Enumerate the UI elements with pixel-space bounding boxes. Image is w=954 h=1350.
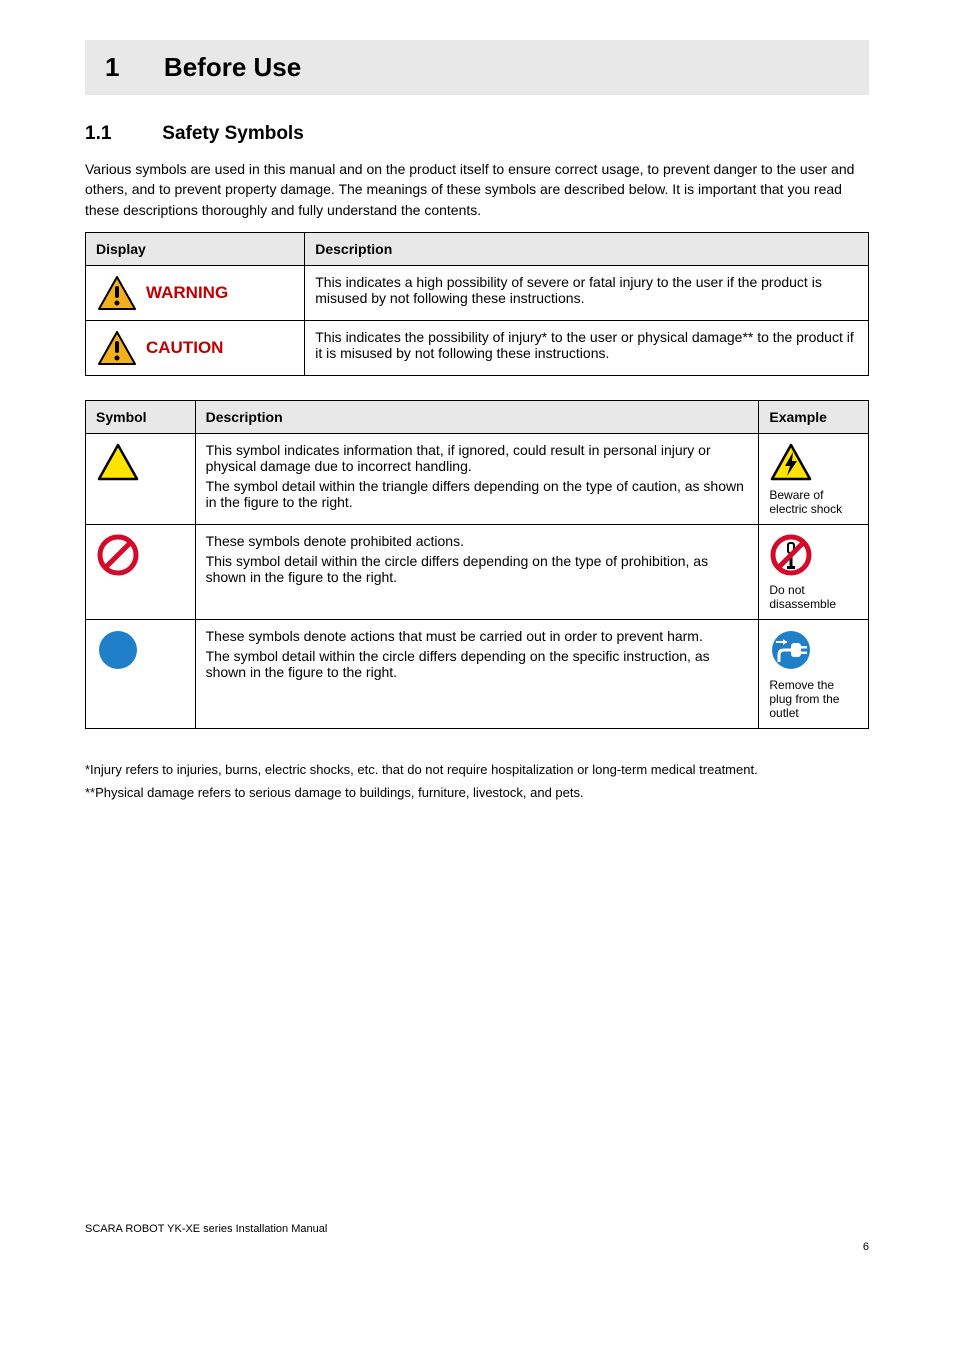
t2-row2-desc1: These symbols denote prohibited actions. (206, 533, 749, 549)
table-row: This symbol indicates information that, … (86, 433, 869, 524)
chapter-heading: 1 Before Use (85, 40, 869, 95)
t2-row1-desc1: This symbol indicates information that, … (206, 442, 749, 474)
t2-row1-example-caption: Beware of electric shock (769, 488, 858, 516)
warning-description: This indicates a high possibility of sev… (305, 265, 869, 320)
t2-header-symbol: Symbol (86, 400, 196, 433)
caution-description: This indicates the possibility of injury… (305, 320, 869, 375)
t2-row1-desc2: The symbol detail within the triangle di… (206, 478, 749, 510)
t2-row3-desc2: The symbol detail within the circle diff… (206, 648, 749, 680)
table-row: These symbols denote prohibited actions.… (86, 524, 869, 619)
chapter-number: 1 (105, 52, 119, 82)
electric-shock-warning-icon (769, 442, 813, 482)
table-row: CAUTION This indicates the possibility o… (86, 320, 869, 375)
t1-header-display: Display (86, 232, 305, 265)
generic-warning-triangle-icon (96, 442, 140, 482)
t2-row2-example-caption: Do not disassemble (769, 583, 858, 611)
footnote-2: **Physical damage refers to serious dama… (85, 784, 869, 803)
footer: SCARA ROBOT YK-XE series Installation Ma… (85, 1223, 869, 1235)
page-number: 6 (85, 1241, 869, 1253)
caution-triangle-icon (96, 329, 138, 367)
do-not-disassemble-icon (769, 533, 813, 577)
t2-row2-desc2: This symbol detail within the circle dif… (206, 553, 749, 585)
chapter-title: Before Use (164, 52, 301, 82)
signal-word-table: Display Description WARNING This indicat… (85, 232, 869, 376)
t2-header-description: Description (195, 400, 759, 433)
intro-paragraph: Various symbols are used in this manual … (85, 159, 869, 220)
table-row: WARNING This indicates a high possibilit… (86, 265, 869, 320)
safety-symbol-table: Symbol Description Example This symbol i… (85, 400, 869, 729)
section-number: 1.1 (85, 123, 157, 145)
section-heading: 1.1 Safety Symbols (85, 123, 869, 145)
mandatory-action-circle-icon (96, 628, 140, 672)
t1-header-description: Description (305, 232, 869, 265)
remove-plug-icon (769, 628, 813, 672)
prohibited-circle-icon (96, 533, 140, 577)
t2-row3-desc1: These symbols denote actions that must b… (206, 628, 749, 644)
footnote-1: *Injury refers to injuries, burns, elect… (85, 761, 869, 780)
warning-label: WARNING (146, 283, 228, 303)
caution-label: CAUTION (146, 338, 223, 358)
t2-header-example: Example (759, 400, 869, 433)
warning-triangle-icon (96, 274, 138, 312)
t2-row3-example-caption: Remove the plug from the outlet (769, 678, 858, 720)
table-row: These symbols denote actions that must b… (86, 619, 869, 728)
section-title: Safety Symbols (162, 123, 304, 144)
